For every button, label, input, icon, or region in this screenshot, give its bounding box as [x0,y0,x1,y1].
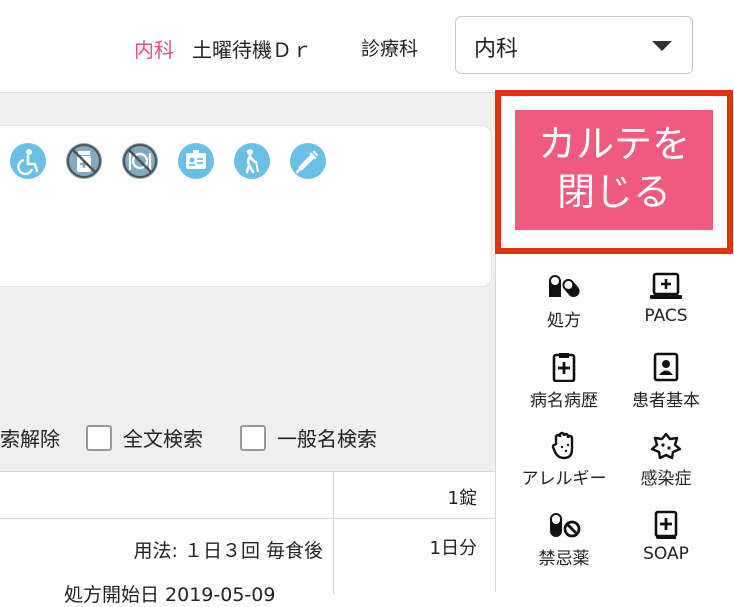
tool-infection-label: 感染症 [640,469,692,489]
virus-icon [650,432,682,460]
id-card-icon[interactable] [178,143,214,179]
tool-contraindicated-drug[interactable]: 禁忌薬 [509,510,619,580]
patient-status-card [0,125,492,287]
tool-infection[interactable]: 感染症 [611,430,721,500]
close-chart-label-line1: カルテを [537,122,690,166]
table-cell-days: 1日分 [429,538,477,559]
row-divider [0,518,495,519]
tool-soap[interactable]: SOAP [611,510,721,580]
tool-allergy-label: アレルギー [521,469,607,489]
pill-prohibited-icon [550,513,581,538]
table-cell-usage: 用法: １日３回 毎食後 [133,540,323,562]
tool-soap-label: SOAP [643,544,689,564]
close-chart-button[interactable]: カルテを 閉じる [515,110,713,230]
fulltext-search-label: 全文検索 [123,427,203,451]
tool-allergy[interactable]: アレルギー [509,430,619,500]
tool-contraindicated-drug-label: 禁忌薬 [538,549,590,569]
department-select[interactable]: 内科 [455,16,693,74]
current-department: 内科 [134,38,174,62]
meal-prohibited-icon[interactable] [122,143,158,179]
tool-disease-history-label: 病名病歴 [530,391,598,411]
wheelchair-icon[interactable] [10,143,46,179]
header-bar: 内科 土曜待機Ｄｒ 診療科 内科 [0,0,734,92]
patient-card-icon [653,352,679,382]
elderly-walking-icon[interactable] [234,143,270,179]
department-select-value: 内科 [474,37,519,62]
column-divider [333,472,334,594]
prescription-table: 1錠 用法: １日３回 毎食後 1日分 処方開始日 2019-05-09 [0,471,495,606]
tool-patient-basic-label: 患者基本 [632,391,700,411]
pills-icon [549,275,580,298]
table-cell-quantity: 1錠 [447,488,477,509]
tool-disease-history[interactable]: 病名病歴 [509,352,619,422]
close-chart-highlight: カルテを 閉じる [495,90,733,254]
tool-prescription-label: 処方 [547,311,581,331]
clipboard-plus-icon [552,353,576,382]
medicine-bottle-prohibited-icon[interactable] [66,143,102,179]
hand-allergy-icon [551,431,574,460]
book-plus-icon [654,510,678,539]
monitor-plus-icon [650,272,682,299]
department-label: 診療科 [361,38,419,60]
tool-prescription[interactable]: 処方 [509,272,619,342]
table-cell-start-date: 処方開始日 2019-05-09 [64,584,276,606]
generic-name-search-label: 一般名検索 [277,427,377,451]
search-clear-link[interactable]: 索解除 [0,423,60,452]
syringe-icon[interactable] [290,143,326,179]
generic-name-search-checkbox[interactable] [240,425,266,451]
main-content: 索解除 全文検索 一般名検索 1錠 用法: １日３回 毎食後 1日分 処方開始日… [0,92,495,606]
tool-pacs[interactable]: PACS [611,272,721,342]
tool-pacs-label: PACS [644,306,688,326]
close-chart-label-line2: 閉じる [556,170,671,214]
chevron-down-icon [652,41,672,51]
fulltext-search-checkbox[interactable] [86,425,112,451]
tool-patient-basic[interactable]: 患者基本 [611,352,721,422]
doctor-name: 土曜待機Ｄｒ [192,38,312,62]
